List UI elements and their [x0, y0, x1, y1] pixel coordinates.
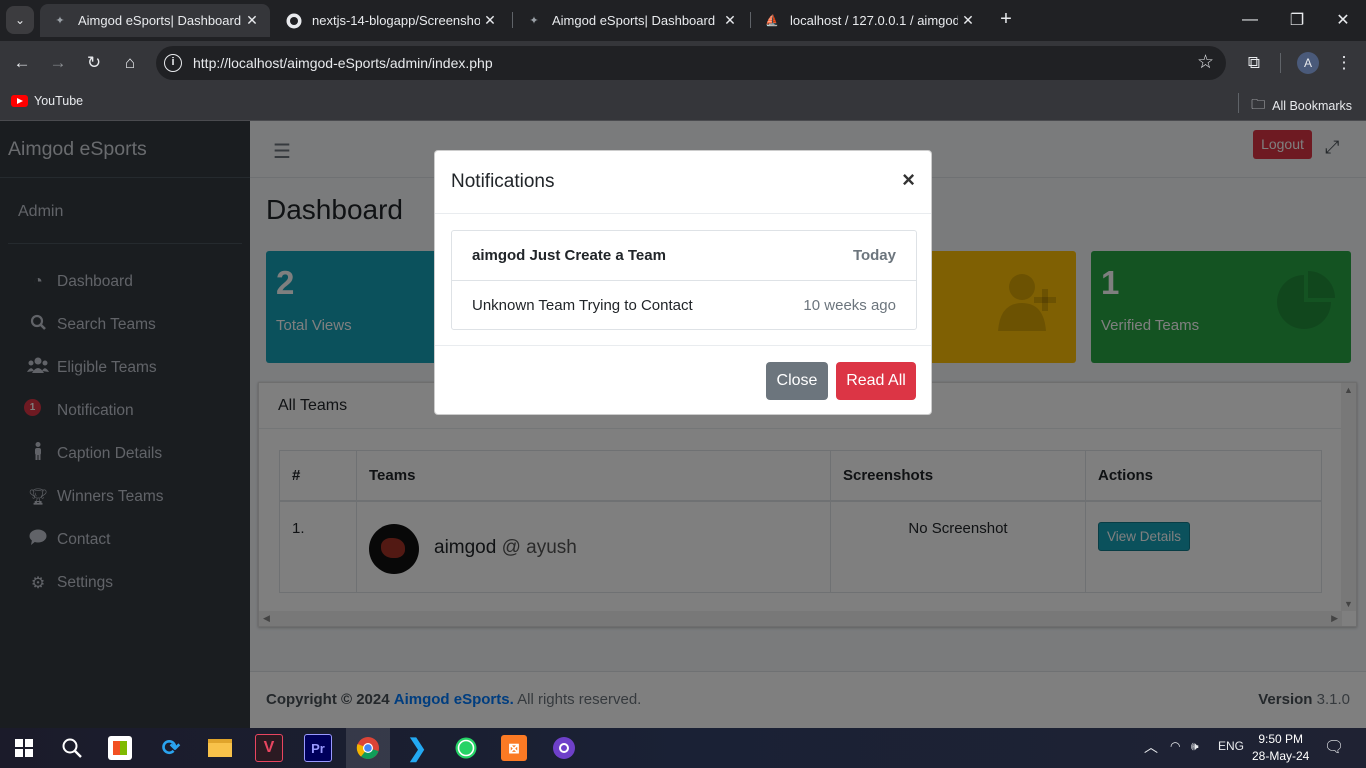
language-indicator[interactable]: ENG	[1218, 739, 1244, 753]
reload-button[interactable]: ↻	[80, 49, 108, 77]
premiere-pro-icon[interactable]: Pr	[304, 734, 332, 762]
site-favicon-icon: ✦	[55, 15, 65, 27]
notification-list: aimgod Just Create a Team Today Unknown …	[451, 230, 917, 330]
modal-header: Notifications ×	[435, 151, 931, 214]
browser-tab-4[interactable]: ⛵ localhost / 127.0.0.1 / aimgod / ✕	[752, 4, 986, 37]
folder-icon: 🗀	[1251, 96, 1266, 112]
browser-menu-button[interactable]: ⋮	[1330, 49, 1358, 77]
site-favicon-icon: ✦	[529, 15, 539, 27]
arrow-left-icon: ←	[13, 53, 31, 72]
network-icon[interactable]: ◠	[1170, 739, 1180, 753]
restore-button[interactable]: ❐	[1274, 0, 1320, 40]
browser-tab-strip: ⌄ ✦ Aimgod eSports| Dashboard ✕ nextjs-1…	[0, 0, 1366, 41]
back-button[interactable]: ←	[8, 49, 36, 77]
github-desktop-icon[interactable]	[550, 734, 578, 762]
xampp-icon[interactable]: ⊠	[501, 735, 527, 761]
github-icon	[286, 13, 302, 29]
puzzle-icon: ⧉	[1247, 53, 1261, 72]
close-window-button[interactable]: ✕	[1320, 0, 1366, 40]
plus-icon: +	[1000, 8, 1012, 30]
minimize-button[interactable]: —	[1227, 0, 1273, 40]
bookmarks-bar: YouTube 🗀 All Bookmarks	[0, 85, 1366, 121]
tab-search-button[interactable]: ⌄	[6, 6, 34, 34]
notifications-modal: Notifications × aimgod Just Create a Tea…	[434, 150, 932, 415]
tab-title: Aimgod eSports| Dashboard	[78, 13, 242, 28]
list-item[interactable]: Unknown Team Trying to Contact 10 weeks …	[452, 280, 916, 329]
windows-start-icon[interactable]	[10, 734, 38, 762]
profile-avatar[interactable]: A	[1297, 52, 1319, 74]
phpmyadmin-icon: ⛵	[765, 15, 779, 27]
chevron-down-icon: ⌄	[14, 13, 26, 27]
sync-app-icon[interactable]: ⟳	[157, 734, 185, 762]
windows-taskbar: ⟳ V Pr ❯ ⊠ ︿ ◠ 🕪︎ ENG 9:50 PM 28-May-24 …	[0, 728, 1366, 768]
bookmark-separator	[1238, 93, 1239, 113]
list-item[interactable]: aimgod Just Create a Team Today	[452, 231, 916, 280]
notification-time: 10 weeks ago	[803, 296, 896, 314]
address-bar[interactable]: i http://localhost/aimgod-eSports/admin/…	[156, 46, 1226, 80]
tab-title: nextjs-14-blogapp/Screenshot	[312, 13, 480, 28]
tab-title: localhost / 127.0.0.1 / aimgod /	[790, 13, 958, 28]
browser-tab-2[interactable]: nextjs-14-blogapp/Screenshot ✕	[274, 4, 508, 37]
read-all-button[interactable]: Read All	[836, 362, 916, 400]
modal-footer: Close Read All	[435, 345, 931, 415]
modal-close-icon[interactable]: ×	[902, 167, 915, 193]
notification-text: Unknown Team Trying to Contact	[472, 296, 693, 314]
whatsapp-icon[interactable]	[452, 734, 480, 762]
valorant-icon[interactable]: V	[255, 734, 283, 762]
tab-close-icon[interactable]: ✕	[958, 12, 978, 29]
all-bookmarks-button[interactable]: 🗀 All Bookmarks	[1251, 94, 1352, 118]
volume-icon[interactable]: 🕪︎	[1191, 739, 1199, 754]
system-clock[interactable]: 9:50 PM 28-May-24	[1252, 731, 1309, 765]
kebab-menu-icon: ⋮	[1335, 53, 1353, 72]
browser-toolbar: ← → ↻ ⌂ i http://localhost/aimgod-eSport…	[0, 41, 1366, 85]
tab-close-icon[interactable]: ✕	[242, 12, 262, 29]
arrow-right-icon: →	[49, 53, 67, 72]
search-icon[interactable]	[58, 734, 86, 762]
tab-separator	[512, 12, 513, 28]
notification-center-icon[interactable]: 🗨︎	[1324, 737, 1344, 757]
clock-time: 9:50 PM	[1258, 732, 1304, 746]
file-explorer-icon[interactable]	[206, 734, 234, 762]
tab-title: Aimgod eSports| Dashboard	[552, 13, 716, 28]
bookmark-label: YouTube	[34, 94, 84, 108]
vscode-icon[interactable]: ❯	[403, 734, 431, 762]
reload-icon: ↻	[86, 53, 102, 72]
forward-button[interactable]: →	[44, 49, 72, 77]
modal-title: Notifications	[451, 171, 555, 192]
home-icon: ⌂	[124, 53, 136, 72]
notification-time: Today	[852, 247, 896, 264]
restore-icon: ❐	[1289, 12, 1305, 29]
browser-tab-3[interactable]: ✦ Aimgod eSports| Dashboard ✕	[514, 4, 748, 37]
notification-text: aimgod Just Create a Team	[472, 247, 666, 264]
tab-close-icon[interactable]: ✕	[720, 12, 740, 29]
chrome-icon[interactable]	[354, 734, 382, 762]
close-button[interactable]: Close	[766, 362, 828, 400]
url-text[interactable]: http://localhost/aimgod-eSports/admin/in…	[193, 55, 493, 71]
clock-date: 28-May-24	[1252, 749, 1310, 763]
home-button[interactable]: ⌂	[116, 49, 144, 77]
site-info-icon[interactable]: i	[164, 54, 182, 72]
bookmark-youtube[interactable]: YouTube	[11, 94, 83, 108]
minimize-icon: —	[1242, 11, 1258, 28]
close-icon: ✕	[1336, 12, 1350, 29]
extensions-button[interactable]: ⧉	[1240, 49, 1268, 77]
tab-separator	[750, 12, 751, 28]
new-tab-button[interactable]: +	[994, 8, 1018, 32]
chevron-up-icon[interactable]: ︿	[1144, 737, 1158, 757]
tab-close-icon[interactable]: ✕	[480, 12, 500, 29]
all-bookmarks-label: All Bookmarks	[1272, 99, 1352, 113]
youtube-icon	[11, 95, 28, 107]
toolbar-separator	[1280, 53, 1281, 73]
browser-tab-1[interactable]: ✦ Aimgod eSports| Dashboard ✕	[40, 4, 270, 37]
store-icon[interactable]	[108, 736, 132, 760]
bookmark-star-icon[interactable]: ☆	[1197, 51, 1214, 74]
